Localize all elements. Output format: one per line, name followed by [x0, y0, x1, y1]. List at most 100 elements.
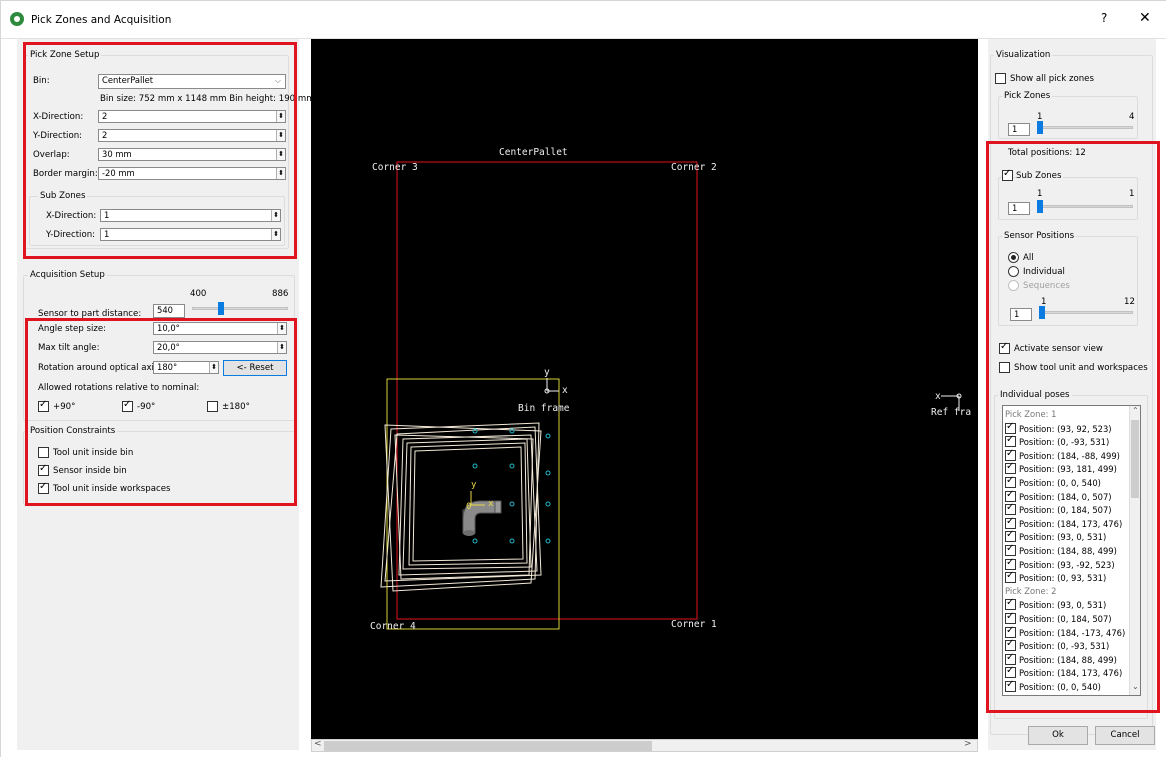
horizontal-scrollbar[interactable]: < > [311, 739, 978, 752]
pose-checkbox[interactable] [1005, 638, 1016, 652]
radio-all[interactable] [1008, 252, 1019, 263]
distance-slider-track[interactable] [192, 307, 288, 310]
pose-list-item[interactable]: Position: (184, 88, 499) [1005, 543, 1117, 556]
distance-input[interactable]: 540 [153, 304, 185, 318]
pick-zones-slider-track[interactable] [1037, 126, 1133, 129]
pose-checkbox[interactable] [1005, 516, 1016, 529]
pose-checkbox[interactable] [1005, 611, 1016, 624]
border-margin-spinbox[interactable]: -20 mm ⬍ [98, 167, 286, 180]
pose-checkbox[interactable] [1005, 543, 1016, 556]
pose-checkbox[interactable] [1005, 679, 1016, 692]
sub-zones-input[interactable]: 1 [1008, 202, 1030, 215]
pose-list-item[interactable]: Position: (93, -92, 523) [1005, 557, 1115, 570]
pose-list-item[interactable]: Position: (93, 181, 499) [1005, 461, 1117, 475]
pose-checkbox[interactable] [1005, 421, 1016, 434]
close-icon[interactable]: ✕ [1139, 10, 1151, 26]
rot-minus90-checkbox[interactable] [122, 399, 133, 412]
scroll-up-icon[interactable]: ⌃ [1132, 406, 1139, 415]
pose-checkbox[interactable] [1005, 461, 1016, 475]
pose-checkbox[interactable] [1005, 502, 1016, 516]
radio-sequences[interactable] [1008, 280, 1019, 291]
show-all-pick-zones-checkbox[interactable] [995, 73, 1006, 84]
pose-checkbox[interactable] [1005, 529, 1016, 543]
spin-arrows-icon[interactable]: ⬍ [277, 342, 286, 353]
cancel-button[interactable]: Cancel [1095, 726, 1155, 745]
pose-list-item[interactable]: Position: (184, 88, 499) [1005, 652, 1117, 665]
pose-list-item[interactable]: Position: (0, 0, 540) [1005, 475, 1101, 488]
show-tool-unit-label: Show tool unit and workspaces [1014, 363, 1148, 373]
pose-list-item[interactable]: Position: (93, 0, 531) [1005, 529, 1106, 543]
pick-zones-slider-thumb[interactable] [1037, 121, 1043, 134]
pose-checkbox[interactable] [1005, 489, 1016, 502]
pose-checkbox[interactable] [1005, 434, 1016, 448]
spin-arrows-icon[interactable]: ⬍ [276, 130, 285, 141]
pose-checkbox[interactable] [1005, 652, 1016, 665]
pose-list-item[interactable]: Position: (184, 173, 476) [1005, 516, 1122, 529]
pose-list-item[interactable]: Position: (184, -173, 476) [1005, 625, 1125, 638]
pose-list-item[interactable]: Position: (184, 173, 476) [1005, 665, 1122, 679]
help-button[interactable]: ? [1101, 11, 1107, 25]
x-direction-spinbox[interactable]: 2 ⬍ [98, 110, 286, 123]
sensor-positions-slider-thumb[interactable] [1039, 306, 1045, 319]
radio-individual[interactable] [1008, 266, 1019, 277]
pose-checkbox[interactable] [1005, 625, 1016, 638]
sub-y-direction-spinbox[interactable]: 1 ⬍ [100, 228, 281, 241]
pose-checkbox[interactable] [1005, 448, 1016, 461]
spin-arrows-icon[interactable]: ⬍ [276, 149, 285, 160]
pose-list-item[interactable]: Position: (184, -88, 499) [1005, 448, 1120, 461]
pose-list-item[interactable]: Position: (0, 0, 540) [1005, 679, 1101, 692]
tool-unit-inside-bin-checkbox[interactable] [38, 447, 49, 458]
rot-plus90-checkbox[interactable] [38, 399, 49, 412]
rot-180-checkbox[interactable] [207, 401, 218, 412]
sensor-positions-input[interactable]: 1 [1010, 308, 1032, 321]
pose-list-item[interactable]: Position: (0, -93, 531) [1005, 434, 1109, 448]
sub-zones-slider-track[interactable] [1037, 205, 1133, 208]
y-direction-spinbox[interactable]: 2 ⬍ [98, 129, 286, 142]
activate-sensor-view-checkbox[interactable] [999, 341, 1010, 354]
sensor-inside-bin-checkbox[interactable] [38, 463, 49, 476]
tool-unit-inside-workspaces-checkbox[interactable] [38, 481, 49, 494]
max-tilt-spinbox[interactable]: 20,0° ⬍ [153, 341, 287, 354]
sensor-positions-slider-track[interactable] [1039, 311, 1133, 314]
spin-arrows-icon[interactable]: ⬍ [209, 362, 218, 373]
bin-combobox[interactable]: CenterPallet ⌵ [98, 74, 286, 89]
pose-checkbox[interactable] [1005, 570, 1016, 584]
pose-list-item[interactable]: Position: (0, 93, 531) [1005, 570, 1106, 584]
scroll-down-icon[interactable]: ⌄ [1132, 682, 1139, 691]
pose-checkbox[interactable] [1005, 475, 1016, 488]
pose-list-item[interactable]: Position: (93, 0, 531) [1005, 597, 1106, 611]
ok-button[interactable]: Ok [1028, 726, 1088, 745]
pose-list-item[interactable]: Position: (0, 184, 507) [1005, 611, 1112, 624]
sub-x-direction-spinbox[interactable]: 1 ⬍ [100, 209, 281, 222]
pose-checkbox[interactable] [1005, 557, 1016, 570]
pose-list-item[interactable]: Position: (93, 92, 523) [1005, 421, 1112, 434]
angle-step-spinbox[interactable]: 10,0° ⬍ [153, 322, 287, 335]
pose-list-item[interactable]: Position: (0, -93, 531) [1005, 638, 1109, 652]
bin-name-label: CenterPallet [499, 147, 568, 158]
vertical-scrollbar-thumb[interactable] [1131, 420, 1139, 498]
spin-arrows-icon[interactable]: ⬍ [276, 111, 285, 122]
sub-zones-slider-thumb[interactable] [1037, 200, 1043, 213]
scroll-right-icon[interactable]: > [964, 739, 972, 749]
pick-zones-input[interactable]: 1 [1008, 123, 1030, 136]
overlap-spinbox[interactable]: 30 mm ⬍ [98, 148, 286, 161]
spin-arrows-icon[interactable]: ⬍ [271, 229, 280, 240]
3d-viewport[interactable]: CenterPallet Corner 3 Corner 2 Corner 4 … [311, 39, 978, 739]
reset-button[interactable]: <- Reset [223, 360, 287, 376]
show-tool-unit-checkbox[interactable] [999, 362, 1010, 373]
sub-zones-checkbox[interactable] [1002, 168, 1013, 181]
pose-list-item[interactable]: Position: (184, 0, 507) [1005, 489, 1112, 502]
pose-checkbox[interactable] [1005, 597, 1016, 611]
pose-checkbox[interactable] [1005, 665, 1016, 679]
individual-poses-list[interactable]: Pick Zone: 1 Position: (93, 92, 523) Posit… [1002, 405, 1141, 696]
sub-x-direction-label: X-Direction: [46, 211, 97, 221]
horizontal-scrollbar-thumb[interactable] [324, 741, 652, 751]
vertical-scrollbar[interactable]: ⌃ ⌄ [1129, 406, 1140, 695]
scroll-left-icon[interactable]: < [314, 739, 322, 749]
pose-list-item[interactable]: Position: (0, 184, 507) [1005, 502, 1112, 516]
spin-arrows-icon[interactable]: ⬍ [276, 168, 285, 179]
spin-arrows-icon[interactable]: ⬍ [277, 323, 286, 334]
spin-arrows-icon[interactable]: ⬍ [271, 210, 280, 221]
rotation-spinbox[interactable]: 180° ⬍ [153, 361, 219, 374]
distance-slider-thumb[interactable] [218, 302, 225, 315]
